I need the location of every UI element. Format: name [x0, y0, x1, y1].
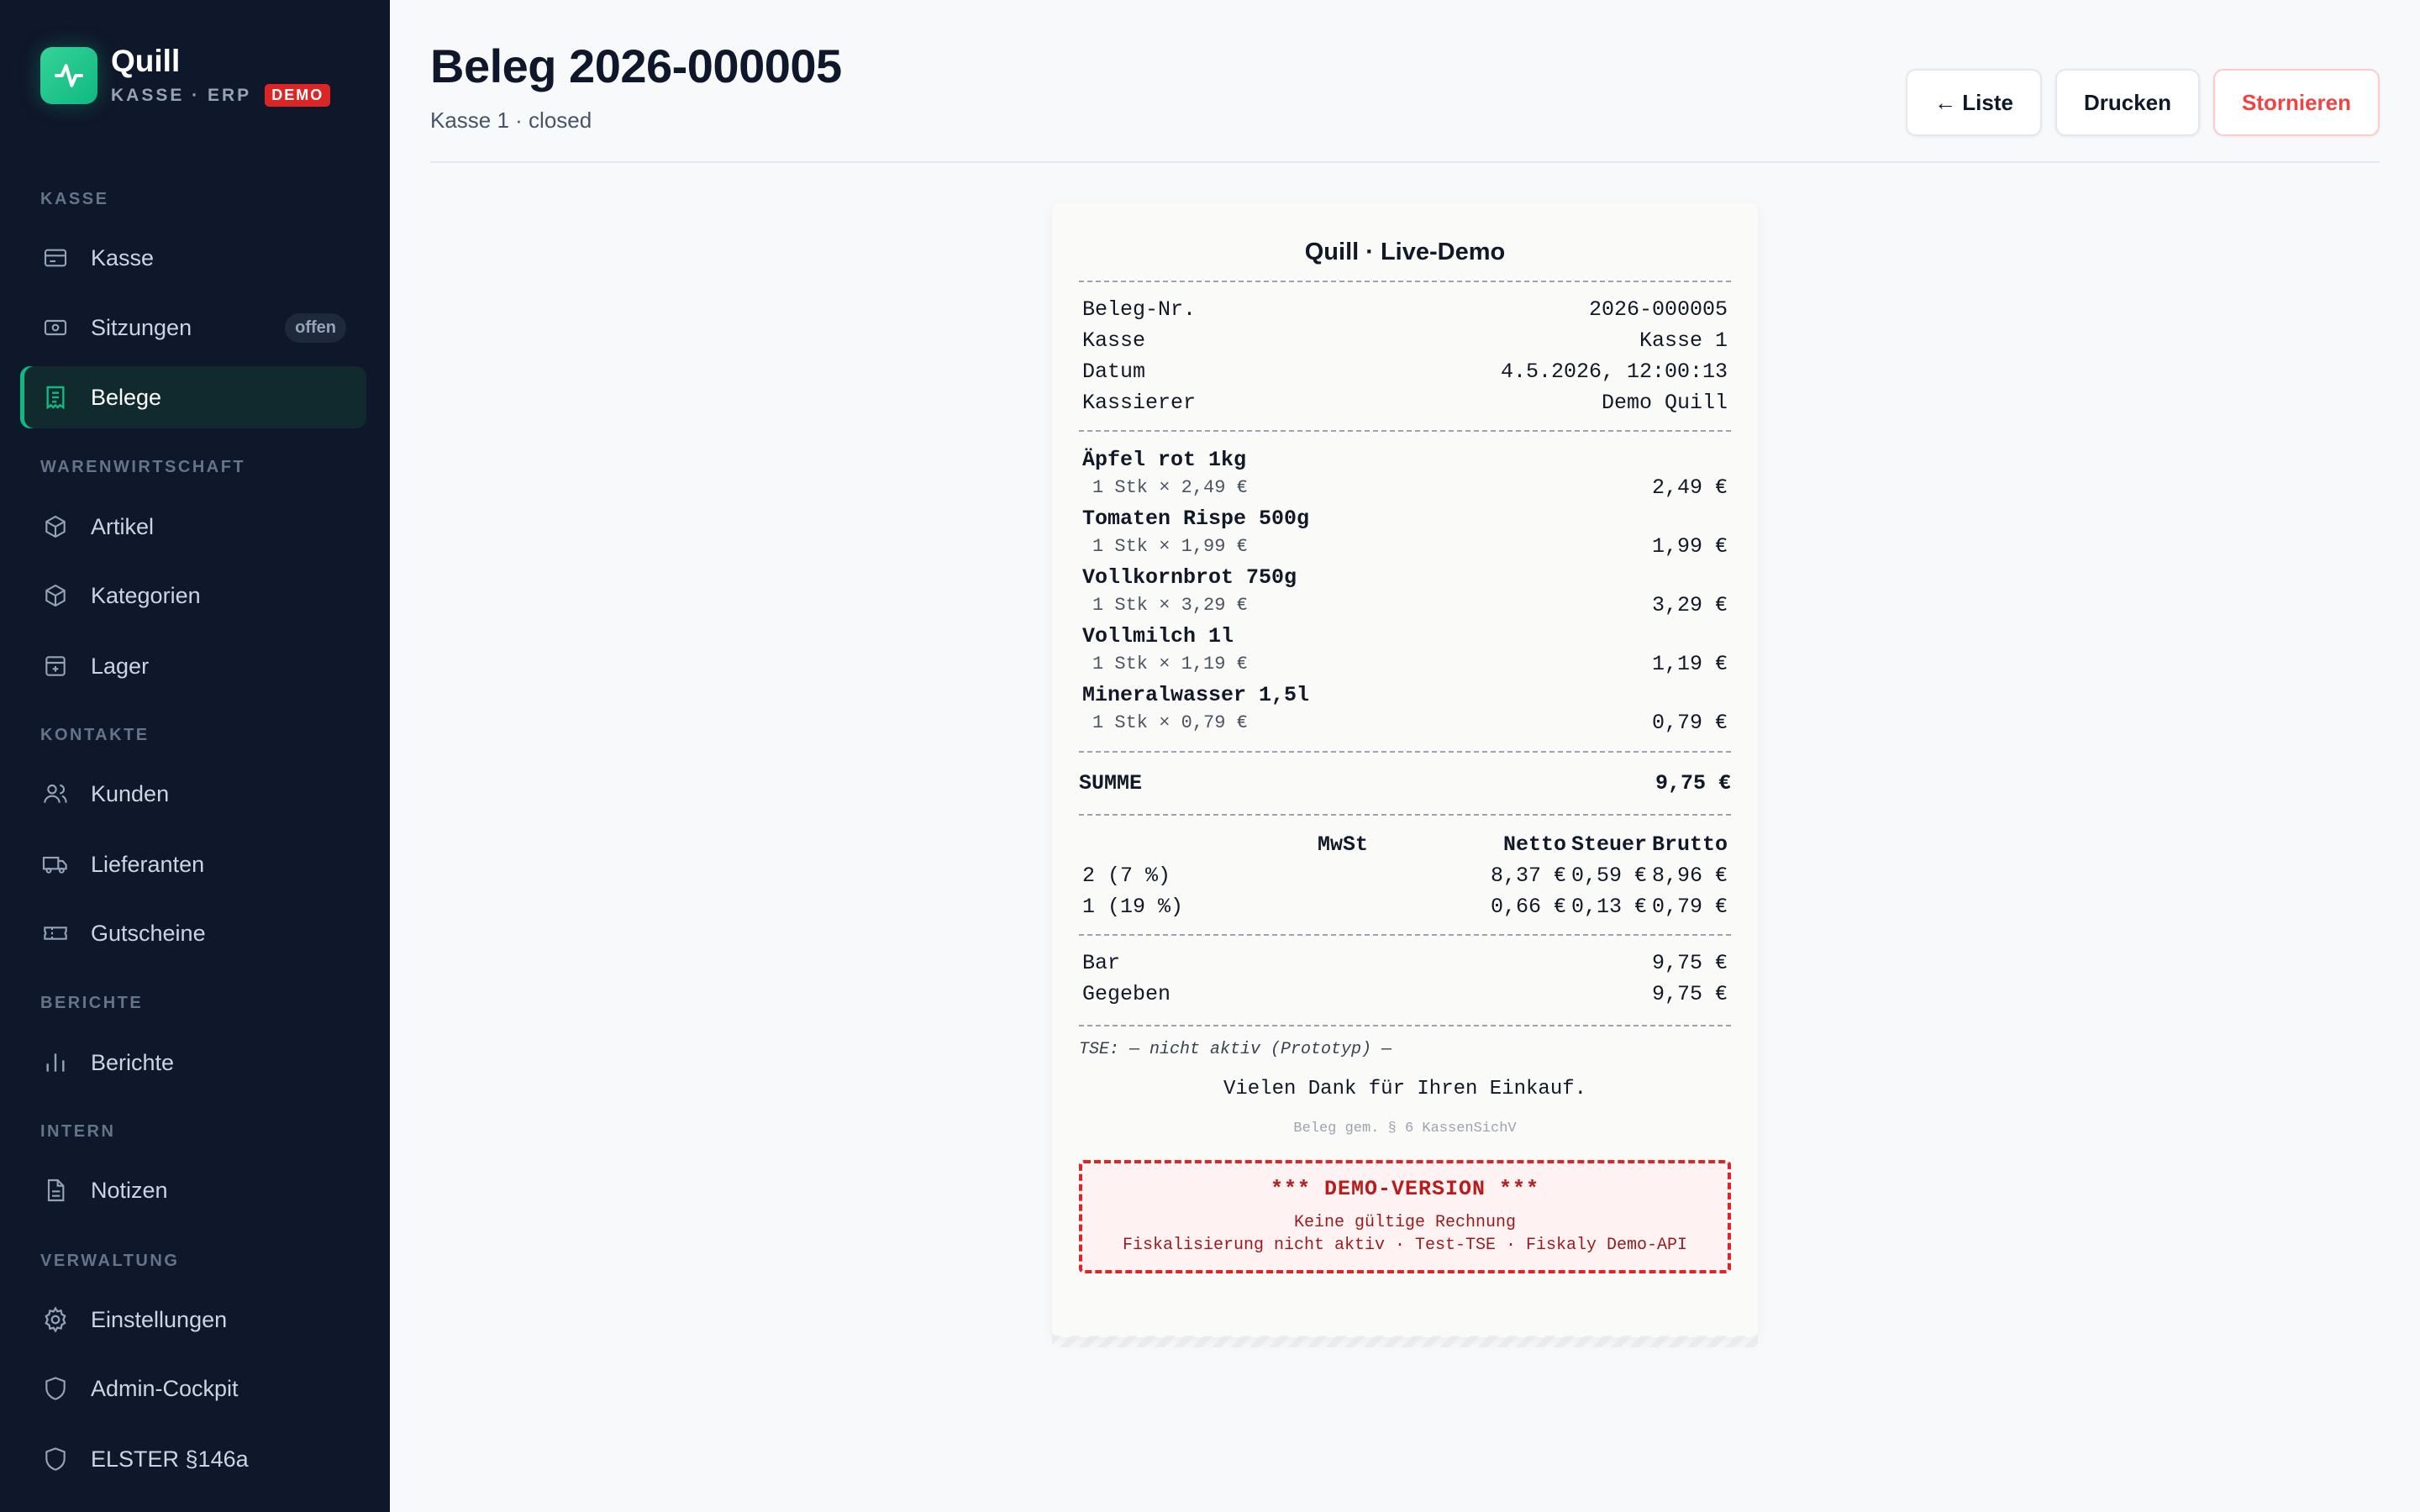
section-label-kontakte: KONTAKTE [40, 726, 150, 744]
demo-warning-line: Fiskalisierung nicht aktiv · Test-TSE · … [1122, 1236, 1688, 1255]
sidebar-item-label: Gutscheine [91, 920, 206, 946]
truck-icon [40, 849, 71, 879]
receipt-total: SUMME 9,75 € [1079, 771, 1731, 795]
shield-icon [40, 1444, 71, 1474]
sidebar-item-kategorien[interactable]: Kategorien [20, 564, 366, 627]
sidebar-item-label: Kategorien [91, 582, 201, 608]
sidebar-item-berichte[interactable]: Berichte [20, 1032, 366, 1094]
box-icon [40, 512, 71, 542]
sidebar-item-notizen[interactable]: Notizen [20, 1159, 366, 1221]
brand-name: Quill [111, 44, 181, 78]
section-label-intern: INTERN [40, 1122, 116, 1141]
sidebar-item-label: Admin-Cockpit [91, 1375, 239, 1401]
sidebar-item-label: Berichte [91, 1049, 175, 1075]
sidebar-item-label: Notizen [91, 1177, 168, 1203]
sidebar-item-sitzungen[interactable]: Sitzungen offen [20, 297, 366, 359]
shield-icon [40, 1373, 71, 1404]
receipt-meta: Beleg-Nr. 2026-000005 Kasse Kasse 1 Datum 4… [1079, 282, 1731, 430]
sidebar: Quill KASSE · ERP DEMO KASSE Kasse Sitzu… [0, 0, 390, 1512]
brand[interactable]: Quill KASSE · ERP DEMO [40, 44, 331, 107]
tax-table: MwSt Netto Steuer Brutto 2 (7 %) 8,37 € … [1079, 816, 1731, 934]
sidebar-item-belege[interactable]: Belege [20, 366, 366, 428]
sidebar-item-kasse[interactable]: Kasse [20, 227, 366, 289]
list-item: Vollkornbrot 750g 1 Stk × 3,29 €3,29 € [1082, 565, 1728, 617]
demo-warning-title: *** DEMO-VERSION *** [1270, 1177, 1540, 1201]
table-row: 1 (19 %) 0,66 € 0,13 € 0,79 € [1082, 895, 1728, 919]
receipt-tear-edge [1052, 1336, 1758, 1347]
section-label-berichte: BERICHTE [40, 994, 144, 1012]
table-row: 2 (7 %) 8,37 € 0,59 € 8,96 € [1082, 864, 1728, 888]
sidebar-item-label: Sitzungen [91, 314, 192, 340]
archive-icon [40, 651, 71, 681]
receipt-items: Äpfel rot 1kg 1 Stk × 2,49 €2,49 € Tomat… [1079, 432, 1731, 751]
page-title: Beleg 2026-000005 [430, 39, 842, 92]
sidebar-item-artikel[interactable]: Artikel [20, 496, 366, 558]
thank-you-text: Vielen Dank für Ihren Einkauf. [1223, 1078, 1587, 1100]
ticket-icon [40, 918, 71, 948]
cash-icon [40, 312, 71, 343]
tse-status: TSE: — nicht aktiv (Prototyp) — [1079, 1040, 1392, 1059]
receipt: Quill · Live-Demo Beleg-Nr. 2026-000005 K… [1052, 203, 1758, 1337]
legal-note: Beleg gem. § 6 KassenSichV [1293, 1121, 1517, 1137]
pulse-logo-icon [40, 46, 97, 104]
sidebar-item-label: Artikel [91, 513, 155, 539]
list-item: Äpfel rot 1kg 1 Stk × 2,49 €2,49 € [1082, 448, 1728, 500]
sidebar-item-admin-cockpit[interactable]: Admin-Cockpit [20, 1357, 366, 1420]
gear-icon [40, 1305, 71, 1335]
brand-subtitle: KASSE · ERP [111, 85, 252, 105]
payment-row: Gegeben 9,75 € [1082, 982, 1728, 1006]
box-icon [40, 580, 71, 611]
section-label-verwaltung: VERWALTUNG [40, 1252, 180, 1270]
section-label-warenwirtschaft: WARENWIRTSCHAFT [40, 458, 246, 476]
tax-header-row: MwSt Netto Steuer Brutto [1317, 832, 1728, 857]
section-label-kasse: KASSE [40, 190, 109, 208]
sidebar-item-label: Lager [91, 653, 150, 679]
document-icon [40, 1175, 71, 1205]
users-icon [40, 779, 71, 809]
print-button[interactable]: Drucken [2055, 69, 2200, 136]
sidebar-item-label: Einstellungen [91, 1306, 228, 1332]
demo-warning-line: Keine gültige Rechnung [1293, 1213, 1517, 1232]
meta-row: Datum 4.5.2026, 12:00:13 [1082, 360, 1728, 384]
demo-badge: DEMO [265, 84, 331, 107]
bar-chart-icon [40, 1047, 71, 1078]
sidebar-item-label: Belege [91, 384, 162, 410]
page-subtitle: Kasse 1 · closed [430, 108, 592, 133]
receipt-title: Quill · Live-Demo [1304, 239, 1506, 265]
sidebar-item-label: Lieferanten [91, 851, 205, 877]
sidebar-item-gutscheine[interactable]: Gutscheine [20, 902, 366, 964]
meta-row: Kasse Kasse 1 [1082, 328, 1728, 353]
cancel-receipt-button[interactable]: Stornieren [2213, 69, 2380, 136]
sidebar-item-label: Kasse [91, 244, 155, 270]
list-item: Tomaten Rispe 500g 1 Stk × 1,99 €1,99 € [1082, 507, 1728, 559]
sidebar-item-elster[interactable]: ELSTER §146a [20, 1428, 366, 1490]
status-badge: offen [285, 312, 346, 343]
sidebar-item-einstellungen[interactable]: Einstellungen [20, 1289, 366, 1351]
meta-row: Kassierer Demo Quill [1082, 391, 1728, 415]
list-item: Mineralwasser 1,5l 1 Stk × 0,79 €0,79 € [1082, 683, 1728, 735]
meta-row: Beleg-Nr. 2026-000005 [1082, 297, 1728, 322]
register-icon [40, 243, 71, 273]
sidebar-item-kunden[interactable]: Kunden [20, 763, 366, 825]
back-to-list-button[interactable]: ← Liste [1906, 69, 2042, 136]
payment-section: Bar 9,75 € Gegeben 9,75 € [1079, 936, 1731, 1025]
payment-row: Bar 9,75 € [1082, 951, 1728, 975]
list-item: Vollmilch 1l 1 Stk × 1,19 €1,19 € [1082, 624, 1728, 676]
header-divider [430, 161, 2380, 163]
receipt-icon [40, 382, 71, 412]
demo-warning-box: *** DEMO-VERSION *** Keine gültige Rechn… [1079, 1160, 1731, 1273]
sidebar-item-label: Kunden [91, 780, 170, 806]
sidebar-item-label: ELSTER §146a [91, 1446, 249, 1472]
sidebar-item-lieferanten[interactable]: Lieferanten [20, 833, 366, 895]
sidebar-item-lager[interactable]: Lager [20, 635, 366, 697]
